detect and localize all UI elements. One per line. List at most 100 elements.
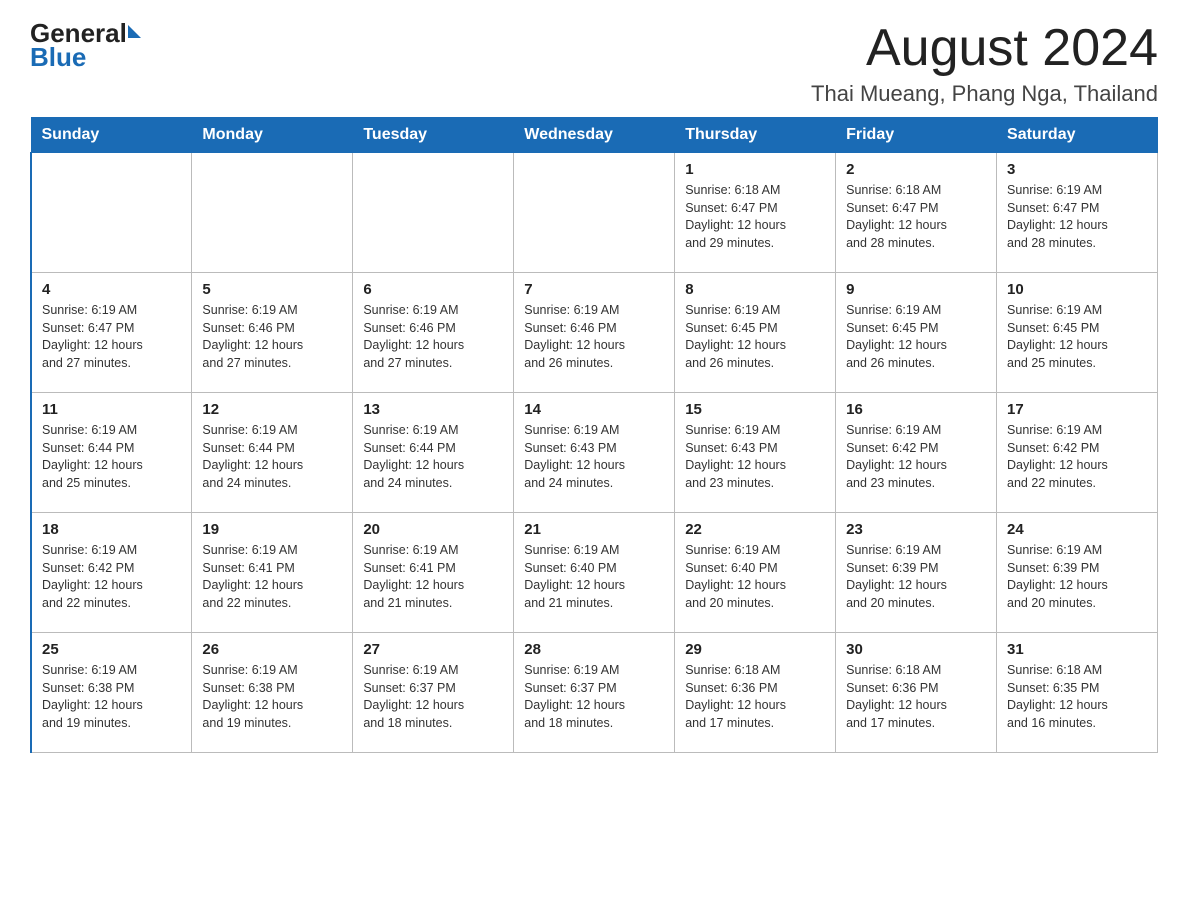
calendar-cell: 12 Sunrise: 6:19 AM Sunset: 6:44 PM Dayli… (192, 393, 353, 513)
calendar-week-row: 1 Sunrise: 6:18 AM Sunset: 6:47 PM Daylig… (31, 153, 1158, 273)
calendar-cell: 30 Sunrise: 6:18 AM Sunset: 6:36 PM Dayli… (836, 633, 997, 753)
day-of-week-header: Thursday (675, 118, 836, 153)
calendar-cell: 28 Sunrise: 6:19 AM Sunset: 6:37 PM Dayli… (514, 633, 675, 753)
calendar-cell: 3Sunrise: 6:19 AM Sunset: 6:47 PM Daylig… (997, 153, 1158, 273)
day-info: Sunrise: 6:19 AM Sunset: 6:39 PM Dayligh… (1007, 542, 1147, 612)
calendar-cell: 11Sunrise: 6:19 AM Sunset: 6:44 PM Dayli… (31, 393, 192, 513)
calendar-cell: 1 Sunrise: 6:18 AM Sunset: 6:47 PM Daylig… (675, 153, 836, 273)
day-info: Sunrise: 6:19 AM Sunset: 6:38 PM Dayligh… (42, 662, 181, 732)
calendar-week-row: 11 Sunrise: 6:19 AM Sunset: 6:44 PM Dayli… (31, 393, 1158, 513)
calendar-cell (353, 153, 514, 273)
calendar-cell: 24 Sunrise: 6:19 AM Sunset: 6:39 PM Dayli… (997, 513, 1158, 633)
calendar-cell: 31 Sunrise: 6:18 AM Sunset: 6:35 PM Dayli… (997, 633, 1158, 753)
calendar-cell: 23 Sunrise: 6:19 AM Sunset: 6:39 PM Dayli… (836, 513, 997, 633)
day-number: 25 (42, 641, 181, 658)
calendar-cell (192, 153, 353, 273)
day-of-week-header: Saturday (997, 118, 1158, 153)
calendar-cell (514, 153, 675, 273)
calendar-cell: 14 Sunrise: 6:19 AM Sunset: 6:43 PM Dayli… (514, 393, 675, 513)
day-info: Sunrise: 6:19 AM Sunset: 6:38 PM Dayligh… (202, 662, 342, 732)
calendar-cell (31, 153, 192, 273)
calendar-cell: 18 Sunrise: 6:19 AM Sunset: 6:42 PM Dayli… (31, 513, 192, 633)
calendar-cell: 19Sunrise: 6:19 AM Sunset: 6:41 PM Dayli… (192, 513, 353, 633)
day-number: 5 (202, 281, 342, 298)
day-info: Sunrise: 6:19 AM Sunset: 6:44 PM Dayligh… (202, 422, 342, 492)
day-info: Sunrise: 6:19 AM Sunset: 6:40 PM Dayligh… (685, 542, 825, 612)
day-number: 28 (524, 641, 664, 658)
day-info: Sunrise: 6:19 AM Sunset: 6:45 PM Dayligh… (1007, 302, 1147, 372)
day-number: 21 (524, 521, 664, 538)
day-info: Sunrise: 6:18 AM Sunset: 6:47 PM Dayligh… (685, 182, 825, 252)
day-number: 13 (363, 401, 503, 418)
day-number: 30 (846, 641, 986, 658)
calendar-cell: 5 Sunrise: 6:19 AM Sunset: 6:46 PM Daylig… (192, 273, 353, 393)
calendar-cell: 25 Sunrise: 6:19 AM Sunset: 6:38 PM Dayli… (31, 633, 192, 753)
day-of-week-header: Sunday (31, 118, 192, 153)
day-number: 17 (1007, 401, 1147, 418)
calendar-cell: 17 Sunrise: 6:19 AM Sunset: 6:42 PM Dayli… (997, 393, 1158, 513)
day-number: 6 (363, 281, 503, 298)
day-number: 16 (846, 401, 986, 418)
day-info: Sunrise: 6:19 AM Sunset: 6:41 PM Dayligh… (202, 542, 342, 612)
calendar-cell: 10 Sunrise: 6:19 AM Sunset: 6:45 PM Dayli… (997, 273, 1158, 393)
title-block: August 2024 Thai Mueang, Phang Nga, Thai… (811, 20, 1158, 107)
day-number: 10 (1007, 281, 1147, 298)
calendar-cell: 27Sunrise: 6:19 AM Sunset: 6:37 PM Dayli… (353, 633, 514, 753)
day-number: 22 (685, 521, 825, 538)
day-number: 14 (524, 401, 664, 418)
day-info: Sunrise: 6:19 AM Sunset: 6:37 PM Dayligh… (524, 662, 664, 732)
day-number: 26 (202, 641, 342, 658)
day-info: Sunrise: 6:19 AM Sunset: 6:41 PM Dayligh… (363, 542, 503, 612)
day-number: 2 (846, 161, 986, 178)
calendar-cell: 20 Sunrise: 6:19 AM Sunset: 6:41 PM Dayli… (353, 513, 514, 633)
day-number: 11 (42, 401, 181, 418)
day-number: 1 (685, 161, 825, 178)
day-info: Sunrise: 6:19 AM Sunset: 6:44 PM Dayligh… (363, 422, 503, 492)
day-number: 12 (202, 401, 342, 418)
day-info: Sunrise: 6:18 AM Sunset: 6:35 PM Dayligh… (1007, 662, 1147, 732)
day-number: 27 (363, 641, 503, 658)
day-number: 4 (42, 281, 181, 298)
calendar-table: SundayMondayTuesdayWednesdayThursdayFrid… (30, 117, 1158, 753)
day-number: 31 (1007, 641, 1147, 658)
calendar-week-row: 25 Sunrise: 6:19 AM Sunset: 6:38 PM Dayli… (31, 633, 1158, 753)
calendar-cell: 16 Sunrise: 6:19 AM Sunset: 6:42 PM Dayli… (836, 393, 997, 513)
day-number: 18 (42, 521, 181, 538)
day-info: Sunrise: 6:19 AM Sunset: 6:42 PM Dayligh… (1007, 422, 1147, 492)
calendar-cell: 22 Sunrise: 6:19 AM Sunset: 6:40 PM Dayli… (675, 513, 836, 633)
day-info: Sunrise: 6:19 AM Sunset: 6:43 PM Dayligh… (685, 422, 825, 492)
day-number: 29 (685, 641, 825, 658)
day-of-week-header: Tuesday (353, 118, 514, 153)
day-of-week-header: Friday (836, 118, 997, 153)
day-info: Sunrise: 6:19 AM Sunset: 6:39 PM Dayligh… (846, 542, 986, 612)
calendar-cell: 7Sunrise: 6:19 AM Sunset: 6:46 PM Daylig… (514, 273, 675, 393)
calendar-week-row: 4 Sunrise: 6:19 AM Sunset: 6:47 PM Daylig… (31, 273, 1158, 393)
day-info: Sunrise: 6:19 AM Sunset: 6:45 PM Dayligh… (685, 302, 825, 372)
calendar-header-row: SundayMondayTuesdayWednesdayThursdayFrid… (31, 118, 1158, 153)
calendar-cell: 29Sunrise: 6:18 AM Sunset: 6:36 PM Dayli… (675, 633, 836, 753)
logo-blue: Blue (30, 42, 86, 72)
day-info: Sunrise: 6:19 AM Sunset: 6:46 PM Dayligh… (363, 302, 503, 372)
day-number: 8 (685, 281, 825, 298)
day-info: Sunrise: 6:19 AM Sunset: 6:40 PM Dayligh… (524, 542, 664, 612)
day-number: 7 (524, 281, 664, 298)
header: General Blue August 2024 Thai Mueang, Ph… (30, 20, 1158, 107)
day-info: Sunrise: 6:19 AM Sunset: 6:42 PM Dayligh… (42, 542, 181, 612)
day-info: Sunrise: 6:19 AM Sunset: 6:43 PM Dayligh… (524, 422, 664, 492)
day-number: 15 (685, 401, 825, 418)
calendar-cell: 21 Sunrise: 6:19 AM Sunset: 6:40 PM Dayli… (514, 513, 675, 633)
logo: General Blue (30, 20, 141, 70)
day-info: Sunrise: 6:19 AM Sunset: 6:47 PM Dayligh… (42, 302, 181, 372)
day-info: Sunrise: 6:18 AM Sunset: 6:36 PM Dayligh… (846, 662, 986, 732)
day-info: Sunrise: 6:19 AM Sunset: 6:42 PM Dayligh… (846, 422, 986, 492)
day-number: 24 (1007, 521, 1147, 538)
logo-triangle-icon (128, 25, 141, 38)
calendar-cell: 8 Sunrise: 6:19 AM Sunset: 6:45 PM Daylig… (675, 273, 836, 393)
calendar-cell: 26 Sunrise: 6:19 AM Sunset: 6:38 PM Dayli… (192, 633, 353, 753)
day-number: 23 (846, 521, 986, 538)
calendar-cell: 2Sunrise: 6:18 AM Sunset: 6:47 PM Daylig… (836, 153, 997, 273)
day-info: Sunrise: 6:19 AM Sunset: 6:46 PM Dayligh… (202, 302, 342, 372)
day-number: 20 (363, 521, 503, 538)
page-subtitle: Thai Mueang, Phang Nga, Thailand (811, 81, 1158, 107)
day-of-week-header: Monday (192, 118, 353, 153)
